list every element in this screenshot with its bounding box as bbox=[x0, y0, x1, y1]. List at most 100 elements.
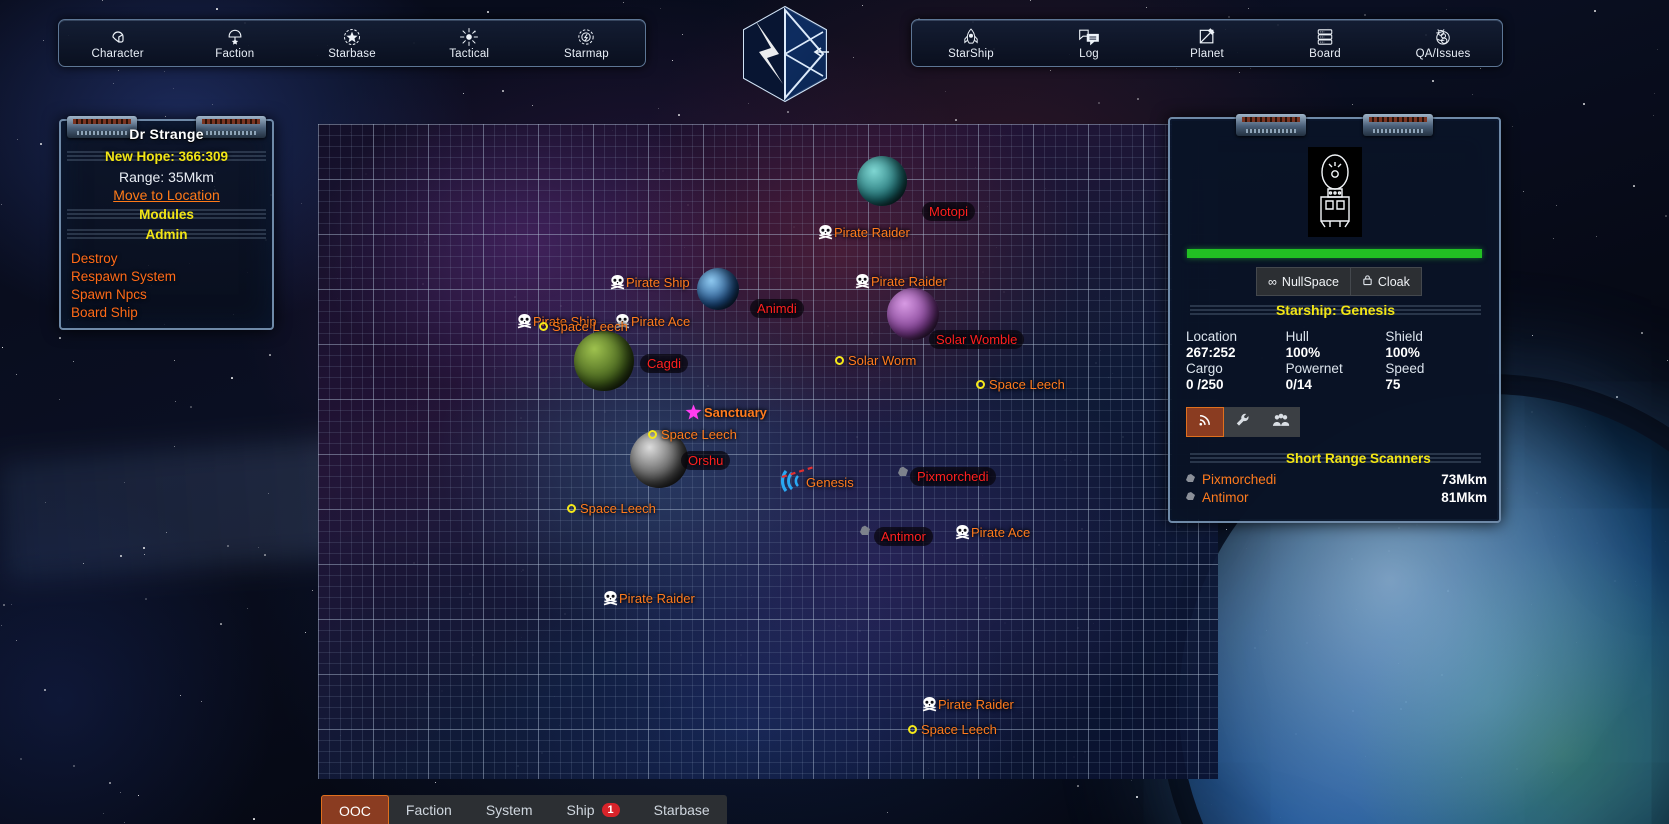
nav-label: Starbase bbox=[328, 47, 376, 60]
chat-tab-label: OOC bbox=[339, 802, 371, 819]
nav-label: QA/Issues bbox=[1415, 47, 1471, 60]
stat-value: 100% bbox=[1285, 345, 1321, 360]
character-location-row: New Hope: 366:309 bbox=[61, 147, 272, 167]
leech-label[interactable]: Space Leech bbox=[921, 722, 997, 737]
chat-tab-badge: 1 bbox=[601, 803, 620, 817]
chat-tab-faction[interactable]: Faction bbox=[389, 795, 469, 824]
infinity-icon: ∞ bbox=[1268, 274, 1277, 289]
skull-icon bbox=[609, 275, 626, 290]
stat-value: 267:252 bbox=[1186, 345, 1236, 360]
planet-label-antimor[interactable]: Antimor bbox=[874, 527, 933, 546]
starship-stats-grid: Location Hull Shield 267:252 100% 100% Cargo Po… bbox=[1186, 329, 1485, 392]
server-stack-icon bbox=[1314, 27, 1336, 47]
admin-action-respawn-system[interactable]: Respawn System bbox=[71, 268, 272, 286]
nav-item-log[interactable]: Log bbox=[1030, 20, 1148, 66]
short-range-scanners: Short Range Scanners Pixmorchedi 73Mkm A… bbox=[1184, 449, 1487, 505]
starmap[interactable]: Motopi Animdi Solar Womble Cagdi Orshu Pixmo… bbox=[318, 124, 1218, 779]
nav-item-character[interactable]: Character bbox=[59, 20, 176, 66]
chat-tab-system[interactable]: System bbox=[469, 795, 550, 824]
nav-item-qa-issues[interactable]: QA/Issues bbox=[1384, 20, 1502, 66]
nav-item-starmap[interactable]: Starmap bbox=[528, 20, 645, 66]
chat-tab-ooc[interactable]: OOC bbox=[321, 795, 389, 824]
planet-motopi[interactable] bbox=[857, 156, 907, 206]
stat-value: 0 /250 bbox=[1186, 377, 1224, 392]
stat-key: Location bbox=[1186, 329, 1238, 344]
nav-item-board[interactable]: Board bbox=[1266, 20, 1384, 66]
primary-nav-right: StarShip Log Planet Board QA/Issues bbox=[911, 19, 1503, 67]
nav-item-faction[interactable]: Faction bbox=[176, 20, 293, 66]
player-ship-label[interactable]: Genesis bbox=[806, 475, 854, 490]
modules-label: Modules bbox=[139, 207, 194, 222]
scanner-row[interactable]: Antimor 81Mkm bbox=[1184, 490, 1487, 505]
npc-label[interactable]: Pirate Ace bbox=[971, 525, 1030, 540]
scanner-target-name: Pixmorchedi bbox=[1202, 472, 1277, 487]
npc-label[interactable]: Pirate Raider bbox=[619, 591, 695, 606]
npc-label[interactable]: Pirate Raider bbox=[834, 225, 910, 240]
scanner-distance: 81Mkm bbox=[1441, 490, 1487, 505]
hex-prism-logo[interactable] bbox=[735, 0, 835, 108]
modules-row[interactable]: Modules bbox=[61, 205, 272, 225]
tab-repair[interactable] bbox=[1224, 407, 1262, 437]
compass-icon bbox=[576, 27, 596, 47]
nav-item-starship[interactable]: StarShip bbox=[912, 20, 1030, 66]
npc-label[interactable]: Pirate Ace bbox=[631, 314, 690, 329]
starship-tab-row bbox=[1186, 407, 1300, 437]
chat-tab-starbase[interactable]: Starbase bbox=[637, 795, 727, 824]
planet-label-orshu[interactable]: Orshu bbox=[681, 451, 731, 470]
character-range: Range: 35Mkm bbox=[119, 169, 214, 185]
tab-crew[interactable] bbox=[1262, 407, 1300, 437]
scanner-row[interactable]: Pixmorchedi 73Mkm bbox=[1184, 472, 1487, 487]
debris-object[interactable] bbox=[858, 524, 872, 538]
cloak-button[interactable]: Cloak bbox=[1350, 267, 1422, 296]
npc-label[interactable]: Pirate Raider bbox=[871, 274, 947, 289]
panel-clamp-left bbox=[1235, 114, 1306, 136]
npc-label[interactable]: Pirate Ship bbox=[626, 275, 690, 290]
nav-label: Faction bbox=[215, 47, 255, 60]
planet-label-animdi[interactable]: Animdi bbox=[750, 299, 804, 318]
planet-cagdi[interactable] bbox=[574, 331, 634, 391]
admin-action-board-ship[interactable]: Board Ship bbox=[71, 304, 272, 322]
npc-label[interactable]: Pirate Raider bbox=[938, 697, 1014, 712]
nav-label: StarShip bbox=[948, 47, 994, 60]
flag-star-icon bbox=[225, 27, 245, 47]
sanctuary-star-icon bbox=[685, 404, 702, 426]
leech-label[interactable]: Solar Worm bbox=[848, 353, 916, 368]
ship-action-buttons: ∞ NullSpace Cloak bbox=[1256, 267, 1422, 296]
debris-object[interactable] bbox=[896, 465, 910, 479]
nav-item-planet[interactable]: Planet bbox=[1148, 20, 1266, 66]
stat-key: Hull bbox=[1285, 329, 1309, 344]
planet-label-motopi[interactable]: Motopi bbox=[922, 202, 976, 221]
signal-icon bbox=[1197, 411, 1214, 433]
scanner-distance: 73Mkm bbox=[1441, 472, 1487, 487]
starship-panel-header bbox=[1170, 114, 1499, 145]
leech-label[interactable]: Space Leech bbox=[989, 377, 1065, 392]
admin-row[interactable]: Admin bbox=[61, 225, 272, 245]
planet-label-pixmorchedi[interactable]: Pixmorchedi bbox=[910, 467, 996, 486]
leech-label[interactable]: Space Leech bbox=[661, 427, 737, 442]
nav-label: Character bbox=[91, 47, 144, 60]
sanctuary-label[interactable]: Sanctuary bbox=[704, 405, 767, 420]
scanner-title-row: Short Range Scanners bbox=[1184, 449, 1487, 469]
nullspace-button[interactable]: ∞ NullSpace bbox=[1256, 267, 1351, 296]
chat-tab-ship[interactable]: Ship 1 bbox=[550, 795, 637, 824]
admin-action-destroy[interactable]: Destroy bbox=[71, 250, 272, 268]
planet-label-solar womble[interactable]: Solar Womble bbox=[929, 330, 1025, 349]
debris-icon bbox=[1184, 472, 1197, 487]
leech-label[interactable]: Space Leech bbox=[580, 501, 656, 516]
starship-title: Starship: Genesis bbox=[1275, 302, 1396, 318]
character-panel: Dr Strange New Hope: 366:309 Range: 35Mk… bbox=[59, 116, 274, 330]
planet-animdi[interactable] bbox=[697, 268, 739, 310]
nav-item-starbase[interactable]: Starbase bbox=[293, 20, 410, 66]
planet-pencil-icon bbox=[1197, 27, 1217, 47]
move-to-location-link[interactable]: Move to Location bbox=[61, 185, 272, 205]
leech-marker-icon bbox=[835, 356, 844, 365]
tab-signal[interactable] bbox=[1186, 407, 1224, 437]
starship-title-row: Starship: Genesis bbox=[1184, 301, 1487, 321]
nav-label: Tactical bbox=[449, 47, 490, 60]
planet-label-cagdi[interactable]: Cagdi bbox=[640, 354, 688, 373]
helmet-icon bbox=[108, 27, 128, 47]
lock-icon bbox=[1362, 274, 1373, 289]
nav-item-tactical[interactable]: Tactical bbox=[411, 20, 528, 66]
leech-label[interactable]: Space Leech bbox=[552, 319, 628, 334]
admin-action-spawn-npcs[interactable]: Spawn Npcs bbox=[71, 286, 272, 304]
